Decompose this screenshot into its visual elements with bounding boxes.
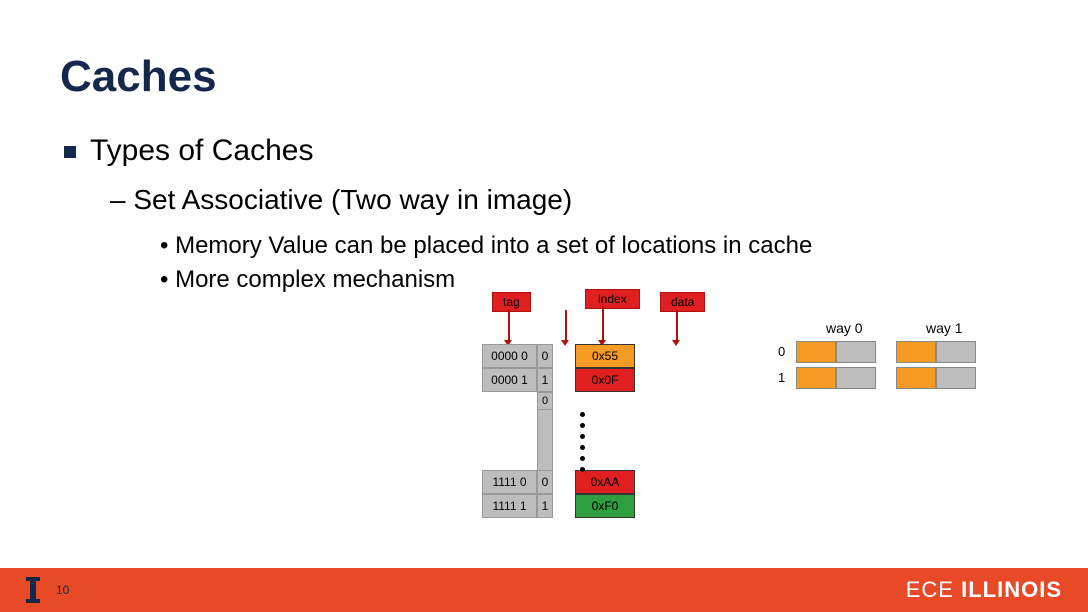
footer-bar: 10 ECE ILLINOIS	[0, 568, 1088, 612]
cache-block	[796, 367, 836, 389]
index-cell: 1	[537, 494, 553, 518]
pointer-arrow-icon	[672, 340, 680, 346]
data-cell: 0xF0	[575, 494, 635, 518]
data-cell: 0xAA	[575, 470, 635, 494]
memory-row: 1111 1 1 0xF0	[482, 494, 635, 518]
tag-cell: 1111 1	[482, 494, 537, 518]
bullet-level3a: • Memory Value can be placed into a set …	[160, 232, 812, 260]
tag-cell: 0000 1	[482, 368, 537, 392]
way-row-index: 1	[778, 370, 785, 385]
memory-row: 0000 0 0 0x55	[482, 344, 635, 368]
way0-label: way 0	[826, 320, 863, 336]
bullet-level1: Types of Caches	[64, 134, 313, 168]
label-tag: tag	[492, 292, 531, 312]
index-column-continuation	[537, 410, 553, 470]
cache-block	[836, 367, 876, 389]
slide-title: Caches	[60, 52, 217, 102]
index-cell: 0	[537, 344, 553, 368]
page-number: 10	[56, 583, 69, 597]
bullet-level3b: • More complex mechanism	[160, 266, 455, 294]
cache-block	[836, 341, 876, 363]
cache-block	[896, 367, 936, 389]
memory-gap	[482, 410, 613, 470]
memory-row: 0000 1 1 0x0F	[482, 368, 635, 392]
tag-cell: 1111 0	[482, 470, 537, 494]
label-index: index	[585, 289, 640, 309]
bullet1-text: Types of Caches	[90, 134, 313, 167]
cache-block	[936, 367, 976, 389]
index-cell: 0	[537, 392, 553, 410]
pointer-line	[508, 310, 510, 342]
footer-brand: ECE ILLINOIS	[906, 577, 1062, 603]
pointer-line	[602, 306, 604, 342]
square-bullet-icon	[64, 146, 76, 158]
index-cell: 0	[537, 470, 553, 494]
cache-block	[936, 341, 976, 363]
brand-bold: ILLINOIS	[961, 577, 1062, 602]
memory-row-idx-only: 0	[482, 392, 635, 410]
memory-row: 1111 0 0 0xAA	[482, 470, 635, 494]
cache-block	[796, 341, 836, 363]
index-cell: 1	[537, 368, 553, 392]
illinois-i-logo-icon	[26, 577, 40, 603]
pointer-line	[565, 310, 567, 342]
bullet-level2: – Set Associative (Two way in image)	[110, 184, 572, 216]
memory-table: 0000 0 0 0x55 0000 1 1 0x0F 0 1111 0 0 0…	[482, 344, 635, 518]
footer-left: 10	[26, 577, 69, 603]
way1-label: way 1	[926, 320, 963, 336]
data-cell: 0x55	[575, 344, 635, 368]
way-row-index: 0	[778, 344, 785, 359]
ellipsis-dots-icon	[580, 412, 585, 472]
brand-light: ECE	[906, 577, 961, 602]
pointer-line	[676, 310, 678, 342]
data-cell: 0x0F	[575, 368, 635, 392]
cache-block	[896, 341, 936, 363]
tag-cell: 0000 0	[482, 344, 537, 368]
label-data: data	[660, 292, 705, 312]
